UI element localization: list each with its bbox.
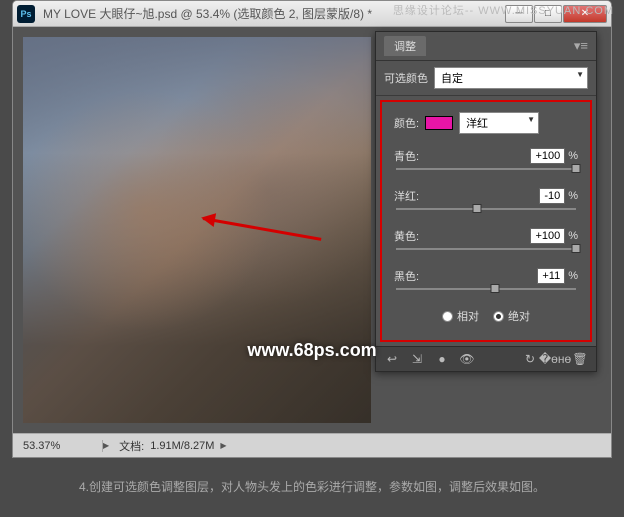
clip-icon[interactable]: ●: [434, 352, 450, 366]
zoom-level[interactable]: 53.37%: [13, 440, 103, 452]
black-label: 黑色:: [394, 268, 419, 284]
docinfo-arrow-icon[interactable]: ▶: [220, 441, 226, 450]
statusbar: 53.37% ▶ 文档: 1.91M/8.27M ▶: [13, 433, 611, 457]
watermark-top: 思缘设计论坛-- WWW.MISSYUAN.COM: [393, 2, 614, 18]
highlighted-settings: 颜色: 洋红 青色: +100% 洋红: -10%: [380, 100, 592, 342]
preset-label: 可选颜色: [384, 70, 428, 86]
cyan-slider[interactable]: [396, 168, 576, 170]
yellow-value[interactable]: +100: [530, 228, 565, 244]
method-radios: 相对 绝对: [386, 300, 586, 332]
panel-tabs: 调整 ▾≡: [376, 32, 596, 61]
doc-size: 1.91M/8.27M: [150, 440, 214, 452]
adjustments-panel: 调整 ▾≡ 可选颜色 自定 颜色: 洋红 青色: +100%: [375, 31, 597, 372]
canvas-area: 调整 ▾≡ 可选颜色 自定 颜色: 洋红 青色: +100%: [13, 27, 611, 433]
watermark-center: www.68ps.com: [247, 340, 376, 361]
app-window: Ps MY LOVE 大眼仔~旭.psd @ 53.4% (选取颜色 2, 图层…: [12, 0, 612, 458]
visibility-icon[interactable]: 👁: [459, 352, 475, 366]
tutorial-caption: 4.创建可选颜色调整图层，对人物头发上的色彩进行调整，参数如图，调整后效果如图。: [0, 458, 624, 517]
expand-icon[interactable]: ⇲: [409, 352, 425, 366]
ps-icon: Ps: [17, 5, 35, 23]
magenta-value[interactable]: -10: [539, 188, 565, 204]
prev-icon[interactable]: �өнө: [547, 352, 563, 366]
magenta-slider[interactable]: [396, 208, 576, 210]
reset-icon[interactable]: ↻: [522, 352, 538, 366]
color-label: 颜色:: [394, 115, 419, 131]
trash-icon[interactable]: 🗑: [572, 352, 588, 366]
radio-absolute[interactable]: 绝对: [493, 308, 530, 324]
cyan-value[interactable]: +100: [530, 148, 565, 164]
yellow-slider[interactable]: [396, 248, 576, 250]
radio-relative[interactable]: 相对: [442, 308, 479, 324]
panel-footer: ↩ ⇲ ● 👁 ↻ �өнө 🗑: [376, 346, 596, 371]
slider-yellow: 黄色: +100%: [386, 220, 586, 260]
color-dropdown[interactable]: 洋红: [459, 112, 539, 134]
color-row: 颜色: 洋红: [386, 106, 586, 140]
doc-label: 文档:: [119, 438, 144, 454]
magenta-label: 洋红:: [394, 188, 419, 204]
photo-canvas[interactable]: [23, 37, 371, 423]
black-value[interactable]: +11: [537, 268, 565, 284]
tab-adjustments[interactable]: 调整: [384, 36, 426, 56]
back-icon[interactable]: ↩: [384, 352, 400, 366]
preset-dropdown[interactable]: 自定: [434, 67, 588, 89]
cyan-label: 青色:: [394, 148, 419, 164]
annotation-arrow: [203, 217, 322, 241]
doc-info: 文档: 1.91M/8.27M ▶: [109, 438, 236, 454]
black-slider[interactable]: [396, 288, 576, 290]
color-swatch: [425, 116, 453, 130]
panel-menu-icon[interactable]: ▾≡: [574, 38, 588, 54]
preset-row: 可选颜色 自定: [376, 61, 596, 96]
yellow-label: 黄色:: [394, 228, 419, 244]
slider-black: 黑色: +11%: [386, 260, 586, 300]
slider-cyan: 青色: +100%: [386, 140, 586, 180]
slider-magenta: 洋红: -10%: [386, 180, 586, 220]
